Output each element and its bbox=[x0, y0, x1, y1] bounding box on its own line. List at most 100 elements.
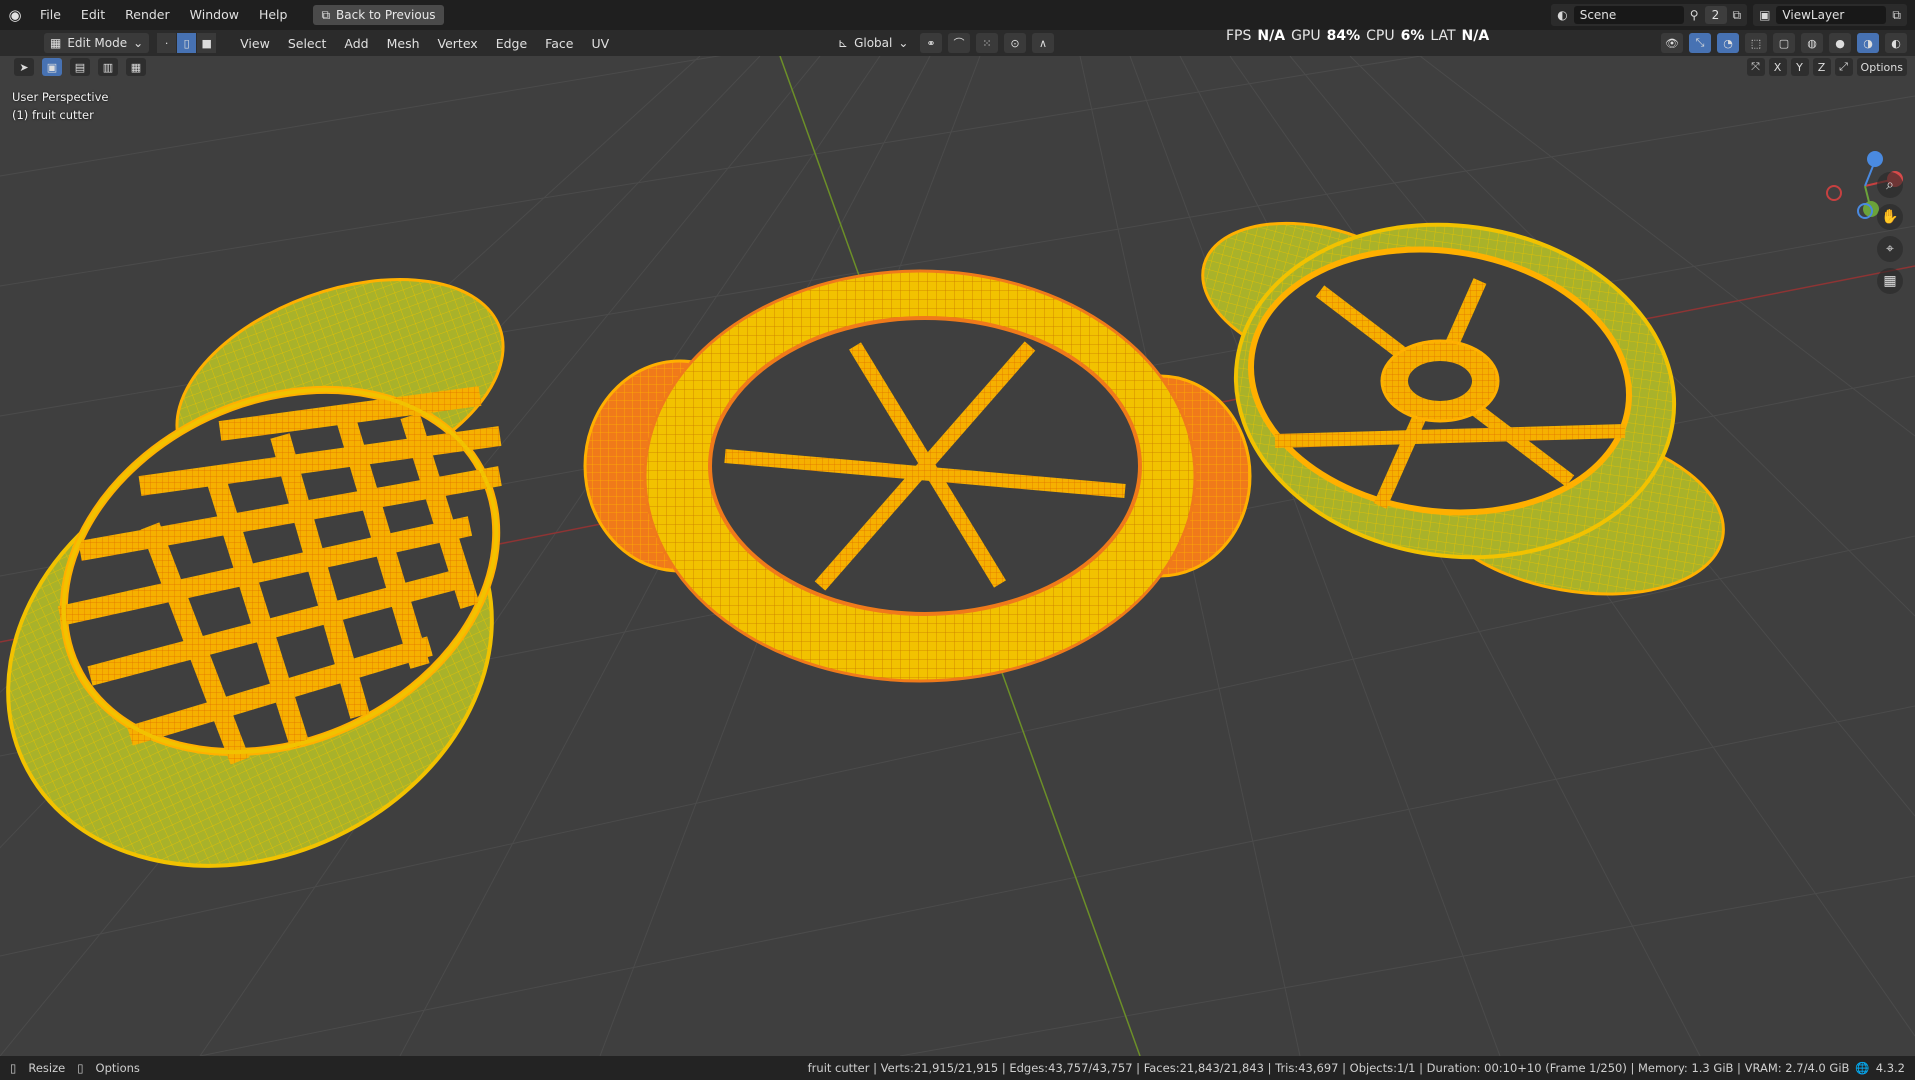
new-view-layer-icon[interactable]: ⧉ bbox=[1892, 8, 1901, 23]
tool-settings-row: ➤ ▣ ▤ ▥ ▦ bbox=[14, 58, 146, 76]
back-to-previous-button[interactable]: ⧉ Back to Previous bbox=[313, 5, 444, 25]
transform-orientation-dropdown[interactable]: ⊾ Global ⌄ bbox=[838, 33, 908, 53]
mirror-x-toggle[interactable]: X bbox=[1768, 58, 1787, 76]
menu-render[interactable]: Render bbox=[115, 0, 180, 30]
falloff-icon[interactable]: ∧ bbox=[1032, 33, 1054, 53]
chevron-down-icon: ⌄ bbox=[898, 36, 909, 50]
select-new-icon[interactable]: ▣ bbox=[42, 58, 62, 76]
fps-label: FPS bbox=[1226, 28, 1252, 44]
3d-viewport[interactable]: ➤ ▣ ▤ ▥ ▦ User Perspective (1) fruit cut… bbox=[0, 56, 1915, 1056]
vertex-select-icon[interactable]: · bbox=[157, 33, 178, 53]
solid-shading-icon[interactable]: ● bbox=[1829, 33, 1851, 53]
fps-value: N/A bbox=[1257, 28, 1286, 44]
orthographic-toggle-icon[interactable]: ▦ bbox=[1877, 268, 1903, 294]
select-mode-group: · ▯ ■ bbox=[157, 33, 218, 53]
status-options: Options bbox=[95, 1061, 140, 1075]
menu-uv[interactable]: UV bbox=[582, 36, 618, 51]
menu-vertex[interactable]: Vertex bbox=[429, 36, 487, 51]
lat-value: N/A bbox=[1461, 28, 1490, 44]
mode-label: Edit Mode bbox=[67, 36, 128, 50]
top-right-controls: ◐ Scene ⚲ 2 ⧉ ▣ ViewLayer ⧉ bbox=[1551, 4, 1907, 26]
gizmo-neg-x-axis[interactable] bbox=[1826, 185, 1842, 201]
menu-edge[interactable]: Edge bbox=[487, 36, 536, 51]
gizmo-toggle-icon[interactable]: ⤡ bbox=[1689, 33, 1711, 53]
new-scene-icon[interactable]: ⧉ bbox=[1733, 8, 1742, 23]
edge-select-icon[interactable]: ▯ bbox=[177, 33, 198, 53]
xray-toggle-icon[interactable]: ▢ bbox=[1773, 33, 1795, 53]
view-layer-icon: ▣ bbox=[1759, 8, 1771, 22]
viewport-options-row: ⤧ X Y Z ⤢ Options bbox=[1746, 58, 1907, 76]
viewport-info: User Perspective (1) fruit cutter bbox=[12, 88, 108, 124]
menu-help[interactable]: Help bbox=[249, 0, 298, 30]
perspective-label: User Perspective bbox=[12, 90, 109, 104]
status-right: fruit cutter | Verts:21,915/21,915 | Edg… bbox=[808, 1061, 1905, 1075]
rendered-shading-icon[interactable]: ◐ bbox=[1885, 33, 1907, 53]
select-tool-icon[interactable]: ➤ bbox=[14, 58, 34, 76]
uv-sync-icon[interactable]: ⤢ bbox=[1834, 58, 1853, 76]
scene-name-field[interactable]: Scene bbox=[1573, 6, 1684, 24]
select-subtract-icon[interactable]: ▥ bbox=[98, 58, 118, 76]
menu-view[interactable]: View bbox=[231, 36, 279, 51]
menu-window[interactable]: Window bbox=[180, 0, 249, 30]
view-layer-selector[interactable]: ▣ ViewLayer ⧉ bbox=[1753, 4, 1907, 26]
active-object-label: (1) fruit cutter bbox=[12, 108, 94, 122]
apple-cutter-mesh[interactable] bbox=[1186, 197, 1736, 616]
grid-cutter-mesh[interactable] bbox=[0, 239, 561, 943]
visibility-icon[interactable]: 👁 bbox=[1661, 33, 1683, 53]
menu-select[interactable]: Select bbox=[279, 36, 336, 51]
orientation-label: Global bbox=[854, 36, 893, 50]
scene-count: 2 bbox=[1704, 6, 1727, 24]
globe-icon: 🌐 bbox=[1855, 1061, 1870, 1075]
proportional-edit-icon[interactable]: ⊙ bbox=[1004, 33, 1026, 53]
viewport-scene[interactable] bbox=[0, 56, 1915, 1056]
lat-label: LAT bbox=[1430, 28, 1456, 44]
status-resize: Resize bbox=[28, 1061, 66, 1075]
cpu-value: 6% bbox=[1400, 28, 1425, 44]
select-intersect-icon[interactable]: ▦ bbox=[126, 58, 146, 76]
back-icon: ⧉ bbox=[321, 7, 331, 22]
scene-statistics: fruit cutter | Verts:21,915/21,915 | Edg… bbox=[807, 1061, 1850, 1075]
options-dropdown[interactable]: Options bbox=[1856, 58, 1907, 76]
overlay-toggle-icon[interactable]: ◔ bbox=[1717, 33, 1739, 53]
performance-stats: FPS N/A GPU 84% CPU 6% LAT N/A bbox=[1226, 28, 1490, 56]
menu-file[interactable]: File bbox=[30, 0, 71, 30]
viewport-header: ▦ Edit Mode ⌄ · ▯ ■ View Select Add Mesh… bbox=[0, 28, 1915, 56]
navigation-tools: ⌕ ✋ ⌖ ▦ bbox=[1877, 172, 1903, 294]
orientation-icon: ⊾ bbox=[838, 36, 849, 50]
chevron-down-icon: ⌄ bbox=[133, 36, 144, 50]
pivot-icon[interactable]: ⚭ bbox=[920, 33, 942, 53]
gizmo-z-axis[interactable] bbox=[1867, 151, 1883, 167]
mesh-overlay-icon[interactable]: ⬚ bbox=[1745, 33, 1767, 53]
material-shading-icon[interactable]: ◑ bbox=[1857, 33, 1879, 53]
edit-mode-icon: ▦ bbox=[50, 36, 62, 50]
header-menus: View Select Add Mesh Vertex Edge Face UV bbox=[231, 36, 618, 51]
back-to-previous-label: Back to Previous bbox=[336, 8, 436, 22]
snap-target-icon[interactable]: ⁙ bbox=[976, 33, 998, 53]
menu-face[interactable]: Face bbox=[536, 36, 582, 51]
menu-add[interactable]: Add bbox=[335, 36, 377, 51]
mirror-y-toggle[interactable]: Y bbox=[1790, 58, 1809, 76]
pan-hand-icon[interactable]: ✋ bbox=[1877, 204, 1903, 230]
menu-mesh[interactable]: Mesh bbox=[378, 36, 429, 51]
menu-edit[interactable]: Edit bbox=[71, 0, 115, 30]
camera-view-icon[interactable]: ⌖ bbox=[1877, 236, 1903, 262]
mirror-icon[interactable]: ⤧ bbox=[1746, 58, 1765, 76]
zoom-icon[interactable]: ⌕ bbox=[1877, 172, 1903, 198]
mode-dropdown[interactable]: ▦ Edit Mode ⌄ bbox=[44, 33, 150, 53]
view-layer-field[interactable]: ViewLayer bbox=[1776, 6, 1887, 24]
snap-toggle-icon[interactable]: ⌒ bbox=[948, 33, 970, 53]
scene-icon: ◐ bbox=[1557, 8, 1568, 22]
viewport-display-controls: 👁 ⤡ ◔ ⬚ ▢ ◍ ● ◑ ◐ bbox=[1661, 33, 1907, 53]
wedge-cutter-mesh[interactable] bbox=[583, 269, 1252, 683]
select-extend-icon[interactable]: ▤ bbox=[70, 58, 90, 76]
blender-logo-icon[interactable]: ◉ bbox=[0, 0, 30, 30]
mouse-left-icon: ▯ bbox=[10, 1061, 17, 1075]
pin-icon[interactable]: ⚲ bbox=[1690, 8, 1699, 22]
mirror-z-toggle[interactable]: Z bbox=[1812, 58, 1831, 76]
scene-selector[interactable]: ◐ Scene ⚲ 2 ⧉ bbox=[1551, 4, 1748, 26]
cpu-label: CPU bbox=[1366, 28, 1395, 44]
gpu-label: GPU bbox=[1291, 28, 1321, 44]
face-select-icon[interactable]: ■ bbox=[197, 33, 218, 53]
wireframe-shading-icon[interactable]: ◍ bbox=[1801, 33, 1823, 53]
top-menu-bar: ◉ File Edit Render Window Help ⧉ Back to… bbox=[0, 0, 1915, 30]
